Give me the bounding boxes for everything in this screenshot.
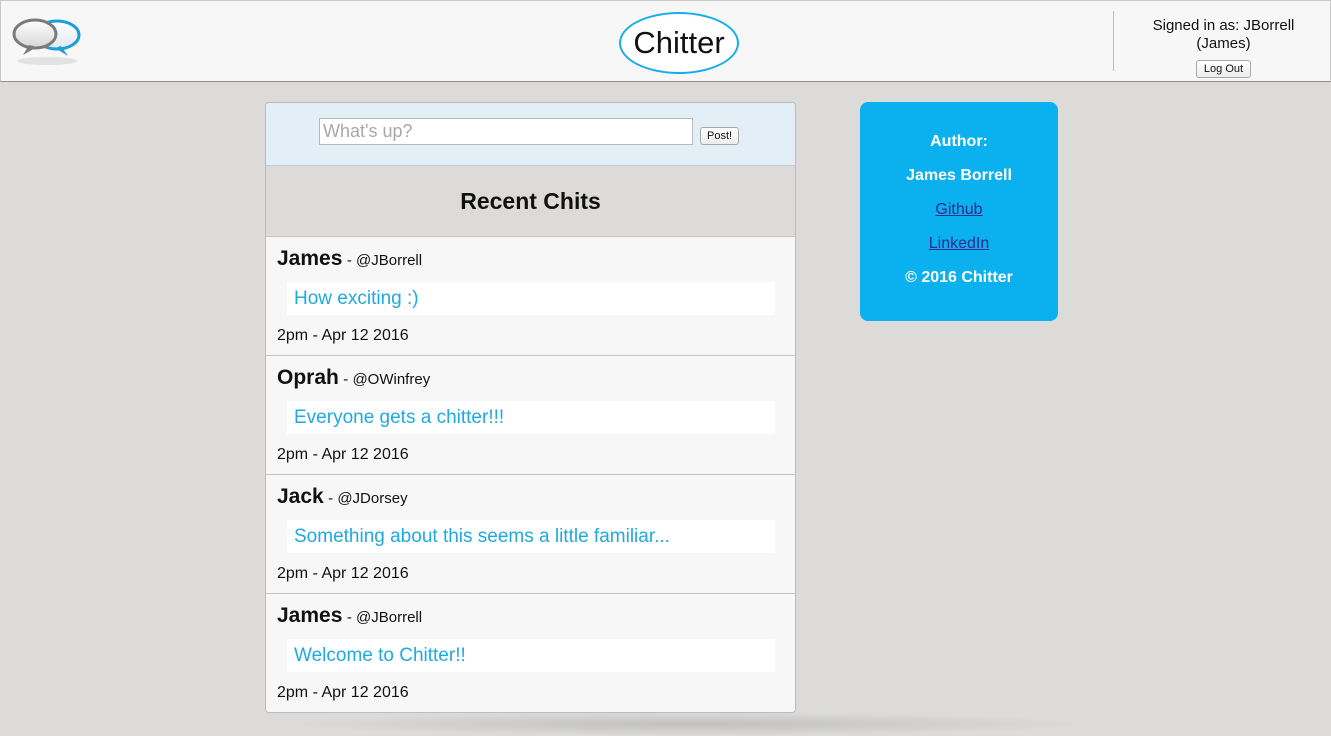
signed-in-text: Signed in as: JBorrell bbox=[1152, 17, 1295, 34]
chit-text: Welcome to Chitter!! bbox=[287, 639, 775, 672]
chit-text: How exciting :) bbox=[287, 282, 775, 315]
chit-feed-panel: Post! Recent Chits James - @JBorrell How… bbox=[265, 102, 796, 713]
chit-author-name: James bbox=[277, 247, 343, 270]
post-button[interactable]: Post! bbox=[700, 127, 740, 145]
copyright-text: © 2016 Chitter bbox=[905, 269, 1013, 286]
feed-title: Recent Chits bbox=[266, 166, 795, 236]
chit-header: Jack - @JDorsey bbox=[277, 485, 408, 509]
github-link[interactable]: Github bbox=[935, 201, 982, 218]
chit-author-name: Oprah bbox=[277, 366, 339, 389]
chit-header: James - @JBorrell bbox=[277, 604, 422, 628]
logout-button[interactable]: Log Out bbox=[1195, 60, 1252, 78]
chit-author-name: James bbox=[277, 604, 343, 627]
chit-author-handle: - @JDorsey bbox=[328, 490, 408, 507]
header-divider bbox=[1113, 11, 1114, 71]
author-heading: Author: bbox=[930, 133, 988, 150]
chit-item: Oprah - @OWinfrey Everyone gets a chitte… bbox=[266, 355, 795, 474]
chit-header: Oprah - @OWinfrey bbox=[277, 366, 430, 390]
chit-timestamp: 2pm - Apr 12 2016 bbox=[277, 446, 409, 463]
chit-author-handle: - @OWinfrey bbox=[343, 371, 431, 388]
brand-title[interactable]: Chitter bbox=[619, 12, 739, 74]
chit-text: Something about this seems a little fami… bbox=[287, 520, 775, 553]
author-card: Author: James Borrell Github LinkedIn © … bbox=[860, 102, 1058, 321]
chit-item: James - @JBorrell Welcome to Chitter!! 2… bbox=[266, 593, 795, 712]
linkedin-link[interactable]: LinkedIn bbox=[929, 235, 990, 252]
chit-timestamp: 2pm - Apr 12 2016 bbox=[277, 565, 409, 582]
chit-header: James - @JBorrell bbox=[277, 247, 422, 271]
chit-input[interactable] bbox=[319, 118, 693, 145]
chit-item: Jack - @JDorsey Something about this see… bbox=[266, 474, 795, 593]
top-header: Chitter Signed in as: JBorrell (James) L… bbox=[0, 0, 1331, 82]
author-name: James Borrell bbox=[906, 167, 1012, 184]
chit-author-name: Jack bbox=[277, 485, 324, 508]
session-info: Signed in as: JBorrell (James) Log Out bbox=[1115, 17, 1331, 78]
chit-text: Everyone gets a chitter!!! bbox=[287, 401, 775, 434]
chit-timestamp: 2pm - Apr 12 2016 bbox=[277, 684, 409, 701]
chit-author-handle: - @JBorrell bbox=[346, 252, 423, 269]
chit-composer: Post! bbox=[266, 103, 795, 166]
chit-author-handle: - @JBorrell bbox=[346, 609, 423, 626]
chit-item: James - @JBorrell How exciting :) 2pm - … bbox=[266, 236, 795, 355]
signed-in-name: (James) bbox=[1196, 35, 1251, 52]
feed-shadow bbox=[290, 712, 1090, 736]
chit-timestamp: 2pm - Apr 12 2016 bbox=[277, 327, 409, 344]
chat-bubbles-logo-icon[interactable] bbox=[11, 15, 83, 67]
